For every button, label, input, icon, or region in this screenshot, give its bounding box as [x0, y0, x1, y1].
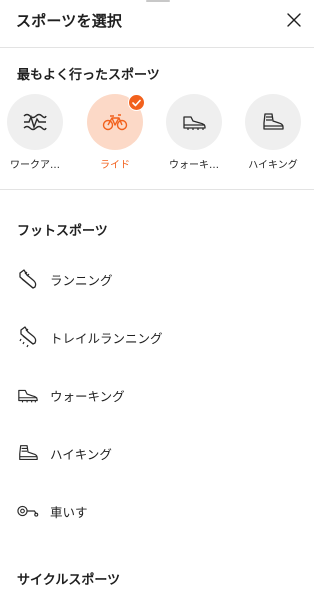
running-shoe-icon — [19, 269, 37, 289]
recent-item-workout[interactable]: ワークア… — [4, 94, 66, 171]
walking-shoe-icon — [183, 116, 206, 130]
sport-item-label: 車いす — [50, 504, 88, 520]
foot-sports-section-title: フットスポーツ — [17, 224, 108, 239]
trail-run-shoe-icon — [19, 326, 37, 348]
recent-item-circle — [7, 94, 63, 150]
hiking-boot-icon — [263, 113, 284, 130]
sport-item-wheelchair[interactable]: 車いす — [0, 491, 314, 531]
recent-item-ride[interactable]: ライド — [84, 94, 146, 171]
sport-item-hiking[interactable]: ハイキング — [0, 433, 314, 473]
cycle-sports-section-title: サイクルスポーツ — [17, 573, 121, 588]
wheelchair-icon — [17, 505, 39, 517]
recent-item-circle — [87, 94, 145, 150]
recent-item-circle — [245, 94, 301, 150]
sport-item-icon — [17, 442, 39, 464]
sport-item-label: ウォーキング — [50, 388, 125, 404]
close-button[interactable] — [280, 6, 308, 34]
recent-item-circle — [166, 94, 222, 150]
check-icon — [132, 99, 141, 106]
divider — [0, 47, 314, 48]
sport-item-icon — [17, 384, 39, 406]
header: スポーツを選択 — [0, 0, 314, 44]
sport-item-trail-running[interactable]: トレイルランニング — [0, 317, 314, 357]
divider — [0, 189, 314, 190]
sport-item-icon — [17, 326, 39, 348]
recent-item-walking[interactable]: ウォーキ… — [163, 94, 225, 171]
workout-icon — [23, 113, 47, 131]
recent-item-label: ワークア… — [10, 160, 60, 171]
recent-item-label: ハイキング — [248, 160, 298, 171]
sport-item-label: ランニング — [50, 272, 113, 288]
close-icon — [287, 13, 301, 27]
walking-shoe-icon — [18, 389, 38, 403]
hiking-boot-icon — [19, 445, 38, 461]
recent-item-hiking[interactable]: ハイキング — [242, 94, 304, 171]
recent-item-label: ライド — [100, 160, 130, 171]
recent-section-title: 最もよく行ったスポーツ — [17, 68, 160, 83]
sport-item-walking[interactable]: ウォーキング — [0, 375, 314, 415]
recent-sports-row: ワークア… ライド ウォーキ… ハイキング — [0, 94, 314, 178]
sport-item-running[interactable]: ランニング — [0, 259, 314, 299]
sport-item-label: ハイキング — [50, 446, 112, 462]
bike-icon — [102, 114, 128, 131]
sport-item-label: トレイルランニング — [50, 330, 163, 346]
sport-item-icon — [17, 500, 39, 522]
sport-item-icon — [17, 268, 39, 290]
selected-check-badge — [128, 94, 145, 111]
recent-item-label: ウォーキ… — [169, 160, 219, 171]
page-title: スポーツを選択 — [16, 12, 123, 30]
